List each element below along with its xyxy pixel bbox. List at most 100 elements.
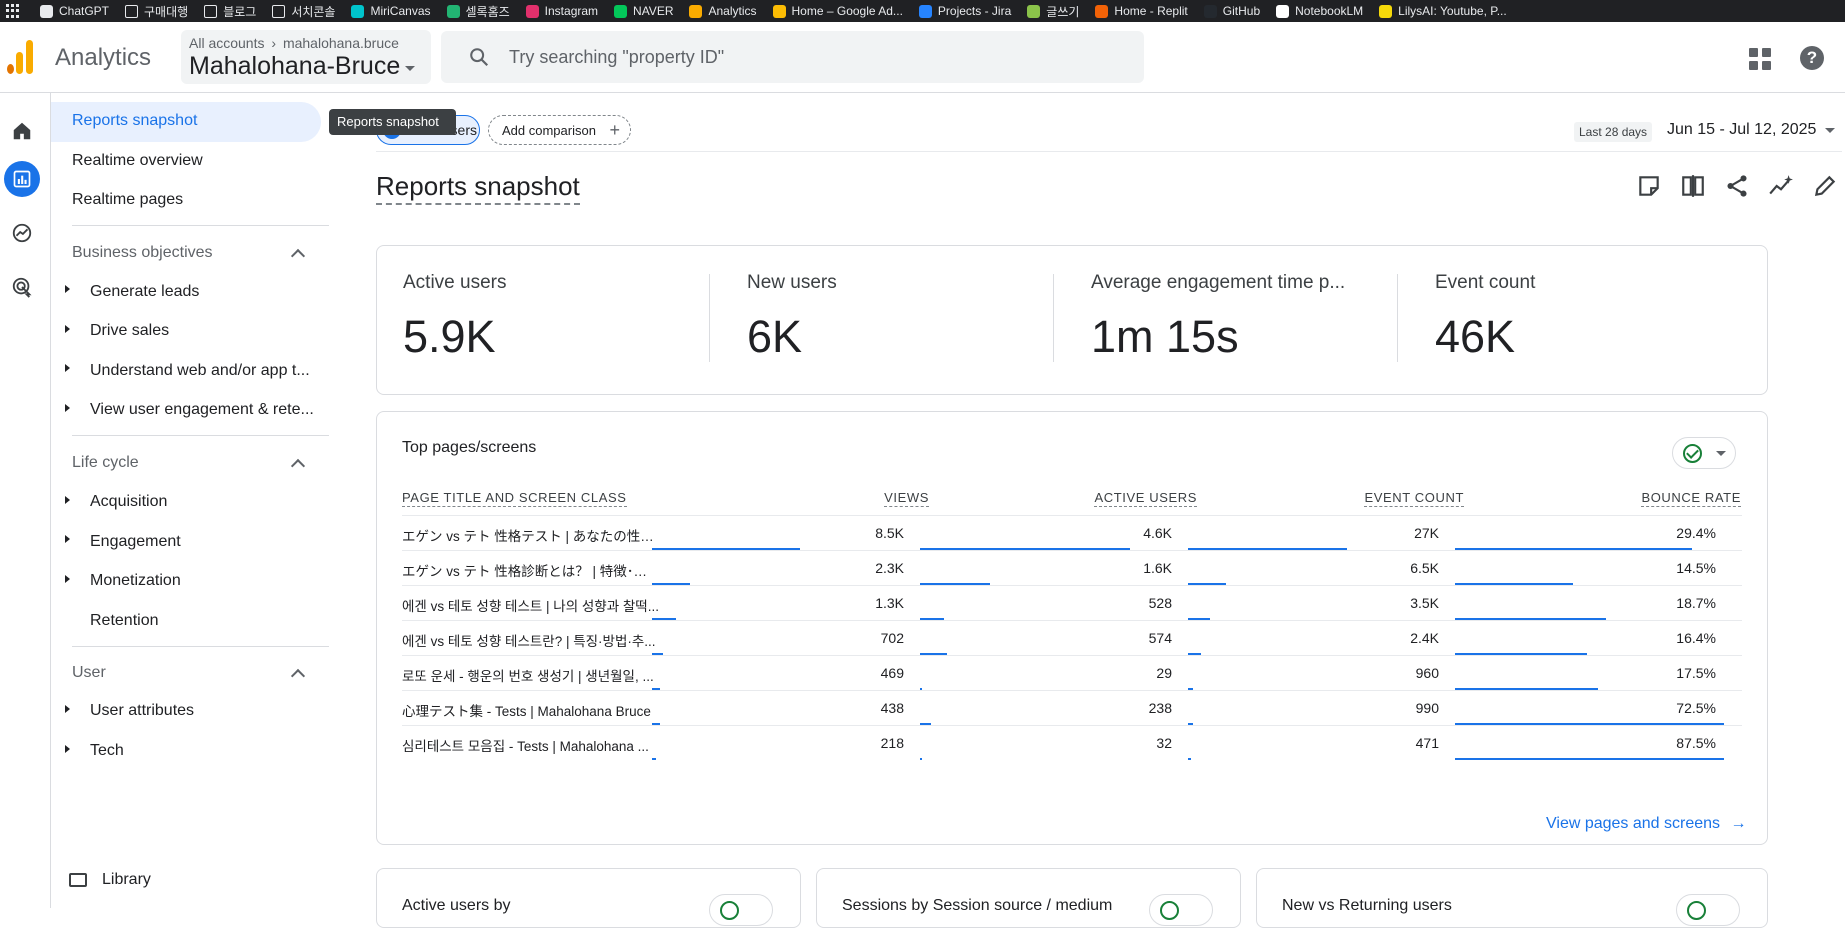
column-header-views[interactable]: VIEWS (884, 490, 929, 507)
expand-arrow-icon[interactable] (65, 325, 70, 333)
nav-drive-sales[interactable]: Drive sales (90, 322, 169, 340)
bookmark-item[interactable]: Home – Google Ad... (772, 3, 903, 20)
expand-arrow-icon[interactable] (65, 496, 70, 504)
column-header-page-title[interactable]: PAGE TITLE AND SCREEN CLASS (402, 490, 627, 507)
bookmark-item[interactable]: 블로그 (204, 3, 256, 20)
cell-page-title[interactable]: エゲン vs テト 性格診断とは？ | 特徴･やり... (402, 560, 660, 580)
bookmark-item[interactable]: NotebookLM (1276, 3, 1363, 20)
table-row[interactable]: エゲン vs テト 性格診断とは？ | 特徴･やり... 2.3K 1.6K 6.5K… (402, 550, 1742, 585)
data-quality-chip[interactable] (1672, 437, 1736, 469)
caret-down-icon[interactable] (1825, 128, 1835, 133)
bookmark-item[interactable]: MiriCanvas (351, 3, 431, 20)
column-header-active-users[interactable]: ACTIVE USERS (1094, 490, 1197, 507)
expand-arrow-icon[interactable] (65, 404, 70, 412)
help-icon[interactable]: ? (1800, 46, 1824, 70)
analytics-logo-icon[interactable] (6, 40, 36, 74)
home-icon[interactable] (4, 113, 40, 149)
bookmark-item[interactable]: Instagram (525, 3, 598, 20)
nav-library[interactable]: Library (69, 871, 151, 889)
expand-arrow-icon[interactable] (65, 745, 70, 753)
bottom-card-new-vs-returning[interactable]: New vs Returning users (1256, 868, 1768, 928)
view-pages-link[interactable]: View pages and screens → (1546, 815, 1747, 833)
metric-avg-engagement[interactable]: Average engagement time p... 1m 15s (1091, 272, 1345, 363)
table-row[interactable]: 심리테스트 모음집 - Tests | Mahalohana ... 218 32 4… (402, 725, 1742, 760)
add-comparison-button[interactable]: Add comparison + (488, 115, 631, 145)
bottom-card-active-users[interactable]: Active users by (376, 868, 801, 928)
share-icon[interactable] (1724, 173, 1750, 199)
bookmark-item[interactable]: LilysAI: Youtube, P... (1379, 3, 1507, 20)
insights-icon[interactable] (1636, 173, 1662, 199)
cell-page-title[interactable]: 心理テスト集 - Tests | Mahalohana Bruce (402, 700, 660, 720)
apps-icon[interactable] (1749, 48, 1771, 70)
reports-icon[interactable] (4, 161, 40, 197)
column-header-event-count[interactable]: EVENT COUNT (1364, 490, 1464, 507)
nav-retention[interactable]: Retention (90, 612, 159, 630)
explore-icon[interactable] (4, 215, 40, 251)
bookmark-item[interactable]: 구매대행 (125, 3, 188, 20)
nav-section-user[interactable]: User (72, 664, 106, 682)
expand-arrow-icon[interactable] (65, 364, 70, 372)
bookmark-item[interactable]: Analytics (689, 3, 757, 20)
data-quality-chip[interactable] (709, 894, 773, 926)
chevron-up-icon[interactable] (290, 668, 306, 684)
edit-pencil-icon[interactable] (1812, 173, 1838, 199)
date-range-picker[interactable]: Jun 15 - Jul 12, 2025 (1667, 121, 1816, 139)
expand-arrow-icon[interactable] (65, 285, 70, 293)
column-header-bounce-rate[interactable]: BOUNCE RATE (1641, 490, 1741, 507)
expand-arrow-icon[interactable] (65, 575, 70, 583)
expand-arrow-icon[interactable] (65, 535, 70, 543)
table-row[interactable]: 에겐 vs 테토 성향 테스트 | 나의 성향과 찰떡... 1.3K 528 3.5… (402, 585, 1742, 620)
metric-label: Active users (403, 272, 507, 293)
metric-event-count[interactable]: Event count 46K (1435, 272, 1535, 363)
bookmark-item[interactable]: ChatGPT (40, 3, 109, 20)
bookmark-item[interactable]: 서치콘솔 (272, 3, 335, 20)
metric-new-users[interactable]: New users 6K (747, 272, 837, 363)
bookmark-item[interactable]: Projects - Jira (918, 3, 1011, 20)
data-quality-chip[interactable] (1149, 894, 1213, 926)
chevron-up-icon[interactable] (290, 458, 306, 474)
bottom-card-sessions[interactable]: Sessions by Session source / medium (816, 868, 1241, 928)
table-row[interactable]: 로또 운세 - 행운의 번호 생성기 | 생년월일, ... 469 29 960 17… (402, 655, 1742, 690)
nav-acquisition[interactable]: Acquisition (90, 493, 167, 511)
bookmark-item[interactable]: NAVER (614, 3, 673, 20)
account-selector[interactable]: All accounts › mahalohana.bruce Mahaloha… (181, 30, 431, 84)
search-input[interactable] (509, 41, 1109, 73)
table-row[interactable]: 에겐 vs 테토 성향 테스트란? | 특징·방법·추... 702 574 2.4K… (402, 620, 1742, 655)
cell-page-title[interactable]: 에겐 vs 테토 성향 테스트란? | 특징·방법·추... (402, 630, 660, 650)
nav-tech[interactable]: Tech (90, 742, 124, 760)
cell-page-title[interactable]: 심리테스트 모음집 - Tests | Mahalohana ... (402, 735, 660, 755)
nav-user-attributes[interactable]: User attributes (90, 702, 194, 720)
nav-understand-traffic[interactable]: Understand web and/or app t... (90, 362, 310, 380)
bookmark-item[interactable]: 글쓰기 (1027, 3, 1079, 20)
metrics-card[interactable]: Active users 5.9K New users 6K Average e… (376, 245, 1768, 395)
nav-generate-leads[interactable]: Generate leads (90, 283, 199, 301)
table-row[interactable]: エゲン vs テト 性格テスト | あなたの性格と... 8.5K 4.6K 27K 2… (402, 515, 1742, 550)
nav-section-business-objectives[interactable]: Business objectives (72, 244, 213, 262)
metric-active-users[interactable]: Active users 5.9K (403, 272, 506, 363)
cell-page-title[interactable]: 로또 운세 - 행운의 번호 생성기 | 생년월일, ... (402, 665, 660, 685)
nav-realtime-pages[interactable]: Realtime pages (72, 191, 183, 209)
nav-user-engagement[interactable]: View user engagement & rete... (90, 401, 314, 419)
cell-views: 702 (880, 630, 904, 646)
bookmark-item[interactable]: Home - Replit (1095, 3, 1188, 20)
search-bar[interactable] (441, 31, 1144, 83)
advertising-icon[interactable] (4, 269, 40, 305)
nav-monetization[interactable]: Monetization (90, 572, 181, 590)
cell-page-title[interactable]: エゲン vs テト 性格テスト | あなたの性格と... (402, 525, 660, 545)
compare-icon[interactable] (1680, 173, 1706, 199)
chevron-up-icon[interactable] (290, 248, 306, 264)
trend-insights-icon[interactable] (1768, 173, 1794, 199)
table-row[interactable]: 心理テスト集 - Tests | Mahalohana Bruce 438 238 9… (402, 690, 1742, 725)
expand-arrow-icon[interactable] (65, 705, 70, 713)
bookmark-item[interactable]: GitHub (1203, 3, 1260, 20)
nav-reports-snapshot[interactable]: Reports snapshot (72, 112, 197, 130)
nav-section-life-cycle[interactable]: Life cycle (72, 454, 139, 472)
nav-engagement[interactable]: Engagement (90, 533, 181, 551)
bookmark-item[interactable]: 셀록홈즈 (446, 3, 510, 20)
data-quality-chip[interactable] (1676, 894, 1740, 926)
nav-realtime-overview[interactable]: Realtime overview (72, 152, 203, 170)
cell-page-title[interactable]: 에겐 vs 테토 성향 테스트 | 나의 성향과 찰떡... (402, 595, 660, 615)
page-title[interactable]: Reports snapshot (376, 171, 580, 205)
folder-icon (69, 873, 87, 887)
apps-grid-icon[interactable] (6, 4, 20, 18)
